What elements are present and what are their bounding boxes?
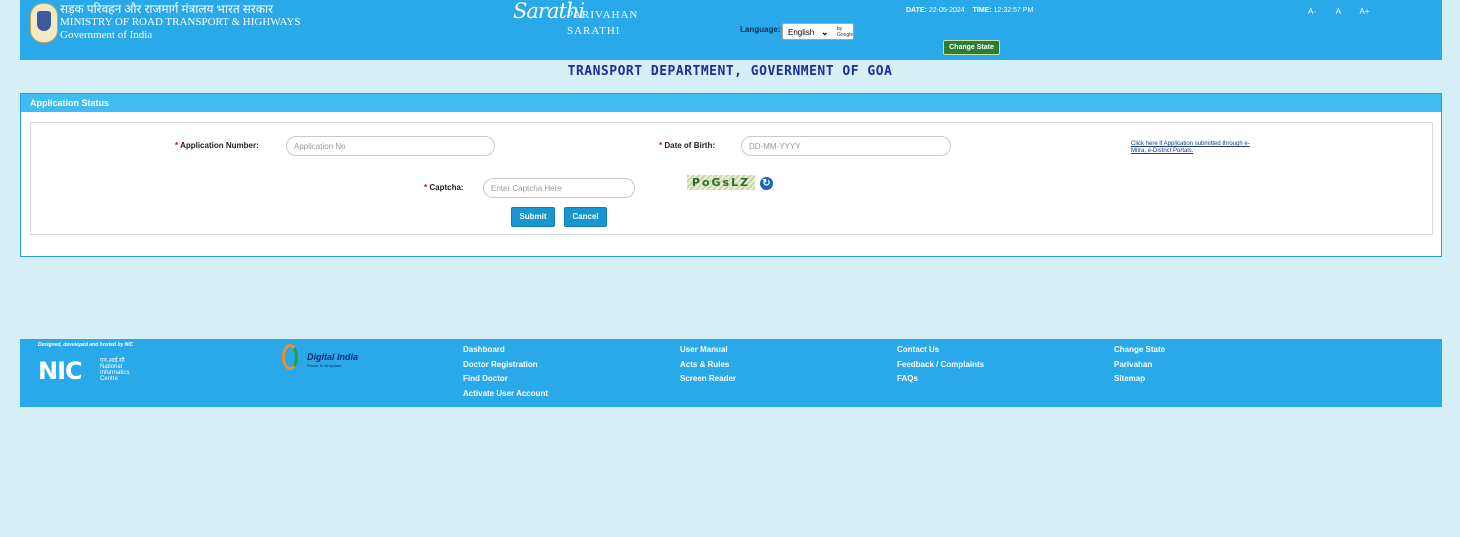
status-form: * Application Number: * Date of Birth: C… bbox=[30, 122, 1433, 235]
application-status-panel: Application Status * Application Number:… bbox=[20, 93, 1442, 257]
language-label: Language: bbox=[740, 25, 781, 34]
google-translate-badge: by Google bbox=[837, 26, 854, 38]
nic-name: एन.आई.सी National Informatics Centre bbox=[100, 358, 130, 382]
digital-india-tagline: Power To Empower bbox=[307, 363, 342, 368]
footer-link-dashboard[interactable]: Dashboard bbox=[463, 343, 548, 358]
ministry-english: MINISTRY OF ROAD TRANSPORT & HIGHWAYS bbox=[60, 16, 301, 28]
digital-india-logo: Digital India bbox=[307, 352, 359, 362]
ministry-title: सड़क परिवहन और राजमार्ग मंत्रालय भारत सर… bbox=[60, 3, 300, 42]
required-mark: * bbox=[424, 183, 428, 192]
captcha-input[interactable] bbox=[483, 178, 635, 198]
font-normal-button[interactable]: A bbox=[1326, 7, 1350, 16]
dob-label: * Date of Birth: bbox=[659, 141, 716, 150]
panel-title: Application Status bbox=[21, 94, 1441, 112]
footer-link-sitemap[interactable]: Sitemap bbox=[1114, 372, 1165, 387]
change-state-button[interactable]: Change State bbox=[943, 40, 1000, 55]
time-value: 12:32:57 PM bbox=[993, 7, 1034, 14]
designed-by-text: Designed, developed and hosted by NIC bbox=[38, 342, 134, 348]
footer-link-change-state[interactable]: Change State bbox=[1114, 343, 1165, 358]
footer-links-col-1: Dashboard Doctor Registration Find Docto… bbox=[463, 343, 548, 402]
chevron-down-icon: ⌄ bbox=[821, 27, 829, 37]
cancel-button[interactable]: Cancel bbox=[564, 207, 607, 227]
brand-line-2: SARATHI bbox=[567, 25, 621, 37]
footer-links-col-3: Contact Us Feedback / Complaints FAQs bbox=[897, 343, 984, 387]
application-number-label: * Application Number: bbox=[175, 141, 259, 150]
national-emblem-icon bbox=[30, 3, 58, 43]
required-mark: * bbox=[659, 141, 663, 150]
language-select[interactable]: English ⌄ by Google bbox=[782, 23, 854, 40]
date-value: 22-05-2024 bbox=[928, 7, 965, 14]
footer-link-faqs[interactable]: FAQs bbox=[897, 372, 984, 387]
language-value: English bbox=[788, 28, 815, 37]
brand-name: PARIVAHAN SARATHI bbox=[567, 7, 638, 39]
footer-link-activate-account[interactable]: Activate User Account bbox=[463, 387, 548, 402]
application-number-input[interactable] bbox=[286, 136, 495, 156]
brand-line-1: PARIVAHAN bbox=[567, 9, 639, 21]
footer-link-acts-rules[interactable]: Acts & Rules bbox=[680, 358, 736, 373]
footer-link-feedback[interactable]: Feedback / Complaints bbox=[897, 358, 984, 373]
refresh-captcha-icon[interactable]: ↻ bbox=[760, 177, 773, 190]
site-footer: Designed, developed and hosted by NIC NI… bbox=[20, 339, 1442, 407]
footer-link-contact-us[interactable]: Contact Us bbox=[897, 343, 984, 358]
nic-logo: NIC bbox=[38, 357, 83, 385]
time-label: TIME: bbox=[972, 7, 992, 14]
required-mark: * bbox=[175, 141, 179, 150]
site-header: सड़क परिवहन और राजमार्ग मंत्रालय भारत सर… bbox=[20, 0, 1442, 60]
department-title: TRANSPORT DEPARTMENT, GOVERNMENT OF GOA bbox=[567, 64, 893, 79]
footer-link-parivahan[interactable]: Parivahan bbox=[1114, 358, 1165, 373]
date-time: DATE: 22-05-2024 TIME: 12:32:57 PM bbox=[906, 7, 1039, 14]
e-mitra-help-link[interactable]: Click here if Application submitted thro… bbox=[1131, 141, 1261, 155]
footer-link-user-manual[interactable]: User Manual bbox=[680, 343, 736, 358]
footer-link-screen-reader[interactable]: Screen Reader bbox=[680, 372, 736, 387]
dob-input[interactable] bbox=[741, 136, 951, 156]
font-decrease-button[interactable]: A- bbox=[1300, 7, 1324, 16]
font-size-controls: A- A A+ bbox=[1300, 7, 1376, 16]
ministry-hindi: सड़क परिवहन और राजमार्ग मंत्रालय भारत सर… bbox=[60, 2, 273, 16]
captcha-image: PoGsLZ bbox=[687, 175, 755, 190]
footer-links-col-2: User Manual Acts & Rules Screen Reader bbox=[680, 343, 736, 387]
date-label: DATE: bbox=[906, 7, 927, 14]
government-of-india: Government of India bbox=[60, 29, 153, 41]
font-increase-button[interactable]: A+ bbox=[1352, 7, 1376, 16]
footer-links-col-4: Change State Parivahan Sitemap bbox=[1114, 343, 1165, 387]
footer-link-find-doctor[interactable]: Find Doctor bbox=[463, 372, 548, 387]
submit-button[interactable]: Submit bbox=[511, 207, 555, 227]
digital-india-icon bbox=[282, 344, 298, 370]
footer-link-doctor-registration[interactable]: Doctor Registration bbox=[463, 358, 548, 373]
captcha-label: * Captcha: bbox=[424, 183, 464, 192]
